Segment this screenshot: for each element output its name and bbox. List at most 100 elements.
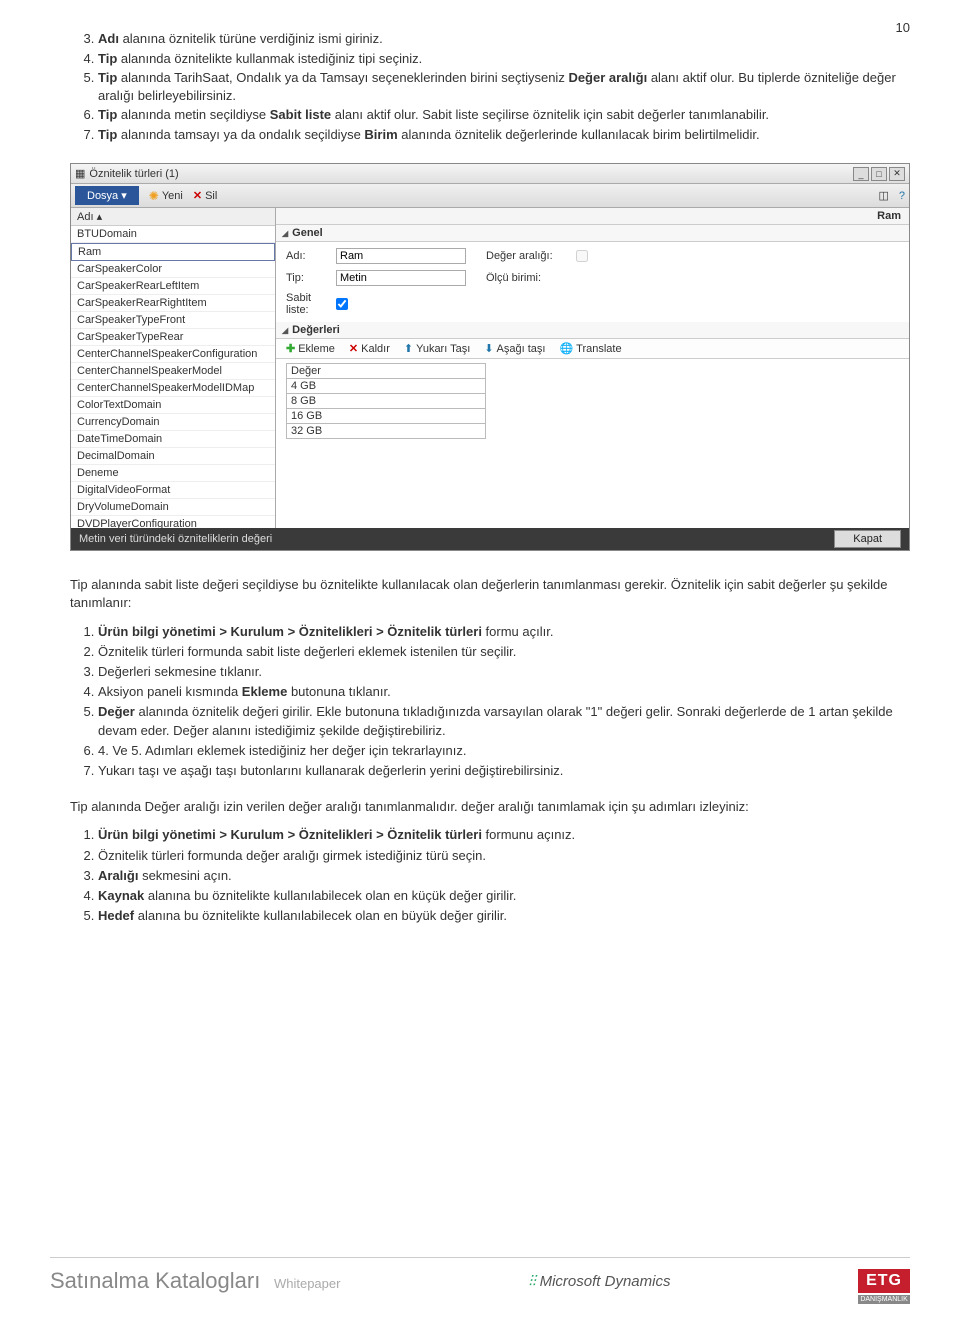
table-row[interactable]: 16 GB bbox=[287, 409, 486, 424]
statusbar: Metin veri türündeki özniteliklerin değe… bbox=[71, 528, 909, 550]
help-icon[interactable]: ? bbox=[899, 190, 905, 202]
list-item[interactable]: CarSpeakerColor bbox=[71, 261, 275, 278]
text: alanında öznitelik değerlerinde kullanıl… bbox=[398, 127, 760, 142]
list-item[interactable]: CarSpeakerTypeFront bbox=[71, 312, 275, 329]
label-sabit-liste: Sabit liste: bbox=[286, 292, 336, 316]
list-item[interactable]: DigitalVideoFormat bbox=[71, 482, 275, 499]
bold: Tip bbox=[98, 51, 117, 66]
list-item[interactable]: DateTimeDomain bbox=[71, 431, 275, 448]
etg-text: ETG bbox=[866, 1272, 902, 1289]
text: alanında öznitelikte kullanmak istediğin… bbox=[117, 51, 422, 66]
type-list[interactable]: BTUDomainRamCarSpeakerColorCarSpeakerRea… bbox=[71, 226, 275, 528]
table-row[interactable]: 8 GB bbox=[287, 394, 486, 409]
new-button[interactable]: ✺Yeni bbox=[149, 189, 183, 203]
paragraph-2: Tip alanında Değer aralığı izin verilen … bbox=[70, 798, 910, 816]
plus-icon: ✚ bbox=[286, 342, 295, 355]
bold: Değer aralığı bbox=[568, 70, 647, 85]
bold: Sabit liste bbox=[270, 107, 331, 122]
add-value-button[interactable]: ✚Ekleme bbox=[286, 342, 335, 355]
page-number: 10 bbox=[896, 20, 910, 35]
top-item: Tip alanında TarihSaat, Ondalık ya da Ta… bbox=[98, 69, 910, 104]
translate-icon: 🌐 bbox=[559, 342, 573, 355]
top-item: Tip alanında tamsayı ya da ondalık seçil… bbox=[98, 126, 910, 144]
section-genel-body: Adı: Değer aralığı: Tip: Ölçü birimi: Sa… bbox=[276, 242, 909, 322]
list-item[interactable]: CarSpeakerTypeRear bbox=[71, 329, 275, 346]
step-item: Değer alanında öznitelik değeri girilir.… bbox=[98, 703, 910, 739]
col-deger[interactable]: Değer bbox=[287, 364, 486, 379]
input-adi[interactable] bbox=[336, 248, 466, 264]
bold: Tip bbox=[98, 70, 117, 85]
list-item[interactable]: CenterChannelSpeakerModel bbox=[71, 363, 275, 380]
table-row[interactable]: 4 GB bbox=[287, 379, 486, 394]
etg-logo: ETG DANIŞMANLIK bbox=[858, 1269, 910, 1293]
delete-label: Sil bbox=[205, 190, 217, 202]
list-item[interactable]: DryVolumeDomain bbox=[71, 499, 275, 516]
list-item[interactable]: CurrencyDomain bbox=[71, 414, 275, 431]
list-item[interactable]: CenterChannelSpeakerConfiguration bbox=[71, 346, 275, 363]
text: alanında metin seçildiyse bbox=[117, 107, 269, 122]
cell-value: 4 GB bbox=[287, 379, 486, 394]
app-window: ▦ Öznitelik türleri (1) _ □ ✕ Dosya ▾ ✺Y… bbox=[70, 163, 910, 551]
list-item[interactable]: DVDPlayerConfiguration bbox=[71, 516, 275, 528]
list-item[interactable]: CarSpeakerRearLeftItem bbox=[71, 278, 275, 295]
steps-list-1: Ürün bilgi yönetimi > Kurulum > Özniteli… bbox=[70, 623, 910, 781]
move-down-button[interactable]: ⬇Aşağı taşı bbox=[484, 342, 545, 355]
up-label: Yukarı Taşı bbox=[416, 343, 470, 355]
cell-value: 8 GB bbox=[287, 394, 486, 409]
maximize-button[interactable]: □ bbox=[871, 167, 887, 181]
close-form-button[interactable]: Kapat bbox=[834, 530, 901, 548]
column-header-adi[interactable]: Adı ▴ bbox=[77, 210, 102, 223]
remove-label: Kaldır bbox=[361, 343, 390, 355]
window-icon: ▦ bbox=[75, 167, 85, 180]
bold: Tip bbox=[98, 107, 117, 122]
list-item[interactable]: Ram bbox=[71, 243, 275, 261]
footer-subtitle: Whitepaper bbox=[274, 1276, 340, 1291]
translate-button[interactable]: 🌐Translate bbox=[559, 342, 621, 355]
step-item: Ürün bilgi yönetimi > Kurulum > Özniteli… bbox=[98, 623, 910, 641]
cell-value: 16 GB bbox=[287, 409, 486, 424]
translate-label: Translate bbox=[576, 343, 621, 355]
close-button[interactable]: ✕ bbox=[889, 167, 905, 181]
text: alanına öznitelik türüne verdiğiniz ismi… bbox=[119, 31, 383, 46]
step-item: Kaynak alanına bu öznitelikte kullanılab… bbox=[98, 887, 910, 905]
file-menu[interactable]: Dosya ▾ bbox=[75, 186, 139, 205]
label-tip: Tip: bbox=[286, 272, 336, 284]
step-item: Öznitelik türleri formunda değer aralığı… bbox=[98, 847, 910, 865]
down-label: Aşağı taşı bbox=[497, 343, 546, 355]
section-genel-header[interactable]: Genel bbox=[276, 225, 909, 242]
list-item[interactable]: DecimalDomain bbox=[71, 448, 275, 465]
list-item[interactable]: Deneme bbox=[71, 465, 275, 482]
text: alanında TarihSaat, Ondalık ya da Tamsay… bbox=[117, 70, 568, 85]
step-item: Ürün bilgi yönetimi > Kurulum > Özniteli… bbox=[98, 826, 910, 844]
bold: Birim bbox=[364, 127, 397, 142]
label-olcu: Ölçü birimi: bbox=[486, 272, 576, 284]
step-item: Değerleri sekmesine tıklanır. bbox=[98, 663, 910, 681]
minimize-button[interactable]: _ bbox=[853, 167, 869, 181]
remove-icon: ✕ bbox=[349, 342, 358, 355]
list-item[interactable]: BTUDomain bbox=[71, 226, 275, 243]
remove-value-button[interactable]: ✕Kaldır bbox=[349, 342, 390, 355]
footer-title: Satınalma Katalogları bbox=[50, 1268, 260, 1293]
window-title: Öznitelik türleri (1) bbox=[89, 168, 178, 180]
titlebar: ▦ Öznitelik türleri (1) _ □ ✕ bbox=[71, 164, 909, 184]
checkbox-sabit-liste[interactable] bbox=[336, 298, 348, 310]
view-icon[interactable]: ◫ bbox=[878, 189, 888, 202]
cell-value: 32 GB bbox=[287, 424, 486, 439]
move-up-button[interactable]: ⬆Yukarı Taşı bbox=[404, 342, 470, 355]
menubar: Dosya ▾ ✺Yeni ✕Sil ◫ ? bbox=[71, 184, 909, 208]
label-adi: Adı: bbox=[286, 250, 336, 262]
list-item[interactable]: ColorTextDomain bbox=[71, 397, 275, 414]
section-degerleri-header[interactable]: Değerleri bbox=[276, 322, 909, 339]
status-text: Metin veri türündeki özniteliklerin değe… bbox=[79, 533, 272, 545]
table-row[interactable]: 32 GB bbox=[287, 424, 486, 439]
list-item[interactable]: CenterChannelSpeakerModelIDMap bbox=[71, 380, 275, 397]
delete-button[interactable]: ✕Sil bbox=[193, 189, 217, 202]
list-item[interactable]: CarSpeakerRearRightItem bbox=[71, 295, 275, 312]
top-item: Adı alanına öznitelik türüne verdiğiniz … bbox=[98, 30, 910, 48]
step-item: Öznitelik türleri formunda sabit liste d… bbox=[98, 643, 910, 661]
step-item: Aralığı sekmesini açın. bbox=[98, 867, 910, 885]
input-tip[interactable] bbox=[336, 270, 466, 286]
paragraph-1: Tip alanında sabit liste değeri seçildiy… bbox=[70, 576, 910, 612]
bold: Adı bbox=[98, 31, 119, 46]
checkbox-deger-araligi[interactable] bbox=[576, 250, 588, 262]
